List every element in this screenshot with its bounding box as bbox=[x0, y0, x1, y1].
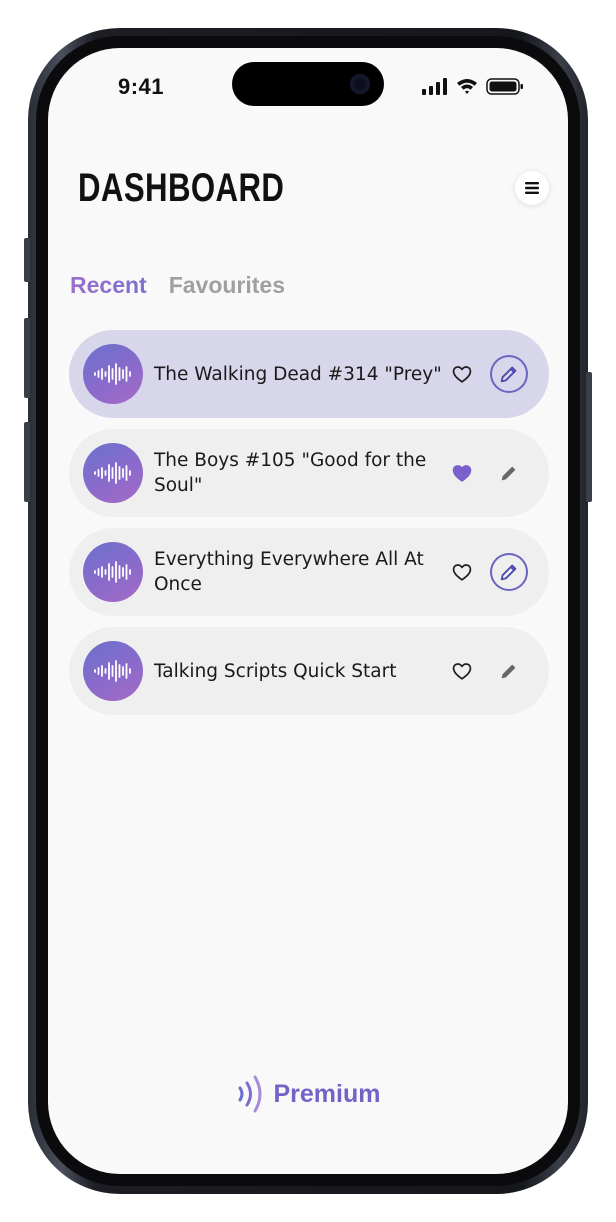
script-avatar bbox=[83, 344, 143, 404]
status-time: 9:41 bbox=[118, 74, 165, 99]
soundwave-icon bbox=[94, 462, 131, 484]
status-icons bbox=[422, 78, 523, 95]
script-avatar bbox=[83, 641, 143, 701]
menu-button[interactable] bbox=[515, 171, 549, 205]
soundwave-icon bbox=[94, 363, 131, 385]
premium-label: Premium bbox=[273, 1079, 381, 1108]
tab-bar: Recent Favourites bbox=[70, 272, 285, 299]
script-card[interactable]: Everything Everywhere All At Once bbox=[69, 528, 549, 616]
edit-button[interactable] bbox=[490, 553, 528, 591]
script-avatar bbox=[83, 542, 143, 602]
script-card[interactable]: The Walking Dead #314 "Prey" bbox=[69, 330, 549, 418]
edit-button[interactable] bbox=[490, 454, 528, 492]
tab-recent[interactable]: Recent bbox=[70, 272, 147, 299]
pencil-icon bbox=[500, 564, 517, 581]
camera-icon bbox=[350, 74, 370, 94]
script-card[interactable]: The Boys #105 "Good for the Soul" bbox=[69, 429, 549, 517]
hamburger-icon bbox=[525, 182, 539, 194]
script-title: Everything Everywhere All At Once bbox=[154, 549, 424, 595]
volume-up-button bbox=[24, 318, 30, 398]
script-title: The Boys #105 "Good for the Soul" bbox=[154, 450, 427, 496]
sound-waves-icon bbox=[238, 1075, 261, 1113]
premium-button[interactable]: Premium bbox=[48, 1074, 568, 1114]
edit-button[interactable] bbox=[490, 355, 528, 393]
script-list: The Walking Dead #314 "Prey" The Boys #1… bbox=[69, 330, 549, 726]
script-title: Talking Scripts Quick Start bbox=[154, 660, 397, 682]
silent-switch bbox=[24, 238, 30, 282]
soundwave-icon bbox=[94, 561, 131, 583]
pencil-icon bbox=[501, 466, 516, 481]
page-title: DASHBOARD bbox=[78, 166, 285, 210]
heart-icon[interactable] bbox=[451, 363, 473, 385]
heart-icon[interactable] bbox=[451, 462, 473, 484]
wifi-icon bbox=[457, 79, 477, 94]
heart-icon[interactable] bbox=[451, 660, 473, 682]
pencil-icon bbox=[500, 366, 517, 383]
edit-button[interactable] bbox=[490, 652, 528, 690]
script-card[interactable]: Talking Scripts Quick Start bbox=[69, 627, 549, 715]
signal-icon bbox=[422, 78, 447, 95]
heart-icon[interactable] bbox=[451, 561, 473, 583]
battery-icon bbox=[486, 78, 523, 95]
dynamic-island bbox=[232, 62, 384, 106]
screen: 9:41 DASHBOARD Recent Favourites The Wal… bbox=[48, 48, 568, 1174]
tab-favourites[interactable]: Favourites bbox=[169, 272, 285, 299]
volume-down-button bbox=[24, 422, 30, 502]
power-button bbox=[586, 372, 592, 502]
script-avatar bbox=[83, 443, 143, 503]
pencil-icon bbox=[501, 664, 516, 679]
script-title: The Walking Dead #314 "Prey" bbox=[154, 363, 442, 385]
soundwave-icon bbox=[94, 660, 131, 682]
